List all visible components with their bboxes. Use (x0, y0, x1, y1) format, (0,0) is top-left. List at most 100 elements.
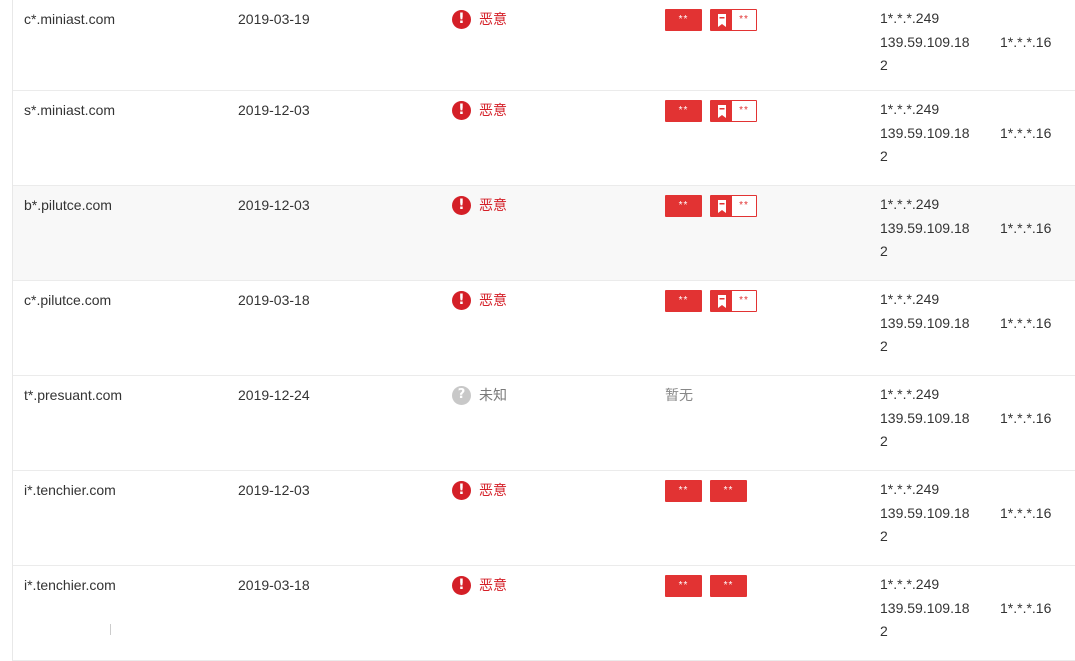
bookmark-icon (711, 10, 732, 30)
domain-table: c*.miniast.com 2019-03-19 ! 恶意 ** ** 1*.… (12, 0, 1075, 661)
ip-address[interactable]: 1*.*.*.249 (880, 196, 939, 212)
ip-address[interactable]: 139.59.109.18 (880, 34, 970, 50)
ip-address-suffix: 2 (880, 623, 888, 639)
ip-address[interactable]: 1*.*.*.16 (1000, 407, 1051, 431)
ip-address-suffix: 2 (880, 243, 888, 259)
ip-list: 1*.*.*.249 139.59.109.18 1*.*.*.16 2 (880, 383, 1070, 454)
date-cell: 2019-12-03 (238, 482, 310, 498)
ip-address[interactable]: 139.59.109.18 (880, 600, 970, 616)
tag-group: ** ** (665, 100, 765, 122)
tag-label: ** (739, 295, 749, 306)
date-cell: 2019-03-19 (238, 11, 310, 27)
tag[interactable]: ** (710, 575, 747, 597)
no-tags-label: 暂无 (665, 387, 693, 403)
tag-group: ** ** (665, 575, 755, 597)
ip-list: 1*.*.*.249 139.59.109.18 1*.*.*.16 2 (880, 98, 1070, 169)
tag[interactable]: ** (665, 480, 702, 502)
divider (110, 624, 111, 635)
status-cell: ! 恶意 (452, 480, 507, 500)
status-label: 恶意 (479, 482, 507, 498)
alert-icon: ! (452, 290, 471, 310)
ip-list: 1*.*.*.249 139.59.109.18 1*.*.*.16 2 (880, 193, 1070, 264)
ip-address[interactable]: 1*.*.*.249 (880, 101, 939, 117)
domain-cell[interactable]: c*.pilutce.com (24, 290, 111, 310)
ip-address[interactable]: 1*.*.*.16 (1000, 312, 1051, 336)
ip-address[interactable]: 139.59.109.18 (880, 410, 970, 426)
ip-address-suffix: 2 (880, 57, 888, 73)
table-row: c*.miniast.com 2019-03-19 ! 恶意 ** ** 1*.… (13, 0, 1075, 91)
ip-address[interactable]: 1*.*.*.249 (880, 10, 939, 26)
ip-list: 1*.*.*.249 139.59.109.18 1*.*.*.16 2 (880, 478, 1070, 549)
tag-group: ** ** (665, 480, 755, 502)
domain-cell[interactable]: t*.presuant.com (24, 385, 122, 405)
tag-group: ** ** (665, 290, 765, 312)
table-row: s*.miniast.com 2019-12-03 ! 恶意 ** ** 1*.… (13, 91, 1075, 186)
status-label: 未知 (479, 387, 507, 403)
domain-cell[interactable]: i*.tenchier.com (24, 575, 116, 595)
ip-address[interactable]: 1*.*.*.16 (1000, 31, 1051, 55)
tag-label: ** (739, 14, 749, 25)
domain-cell[interactable]: c*.miniast.com (24, 9, 115, 29)
tag[interactable]: ** (665, 575, 702, 597)
bookmark-tag[interactable]: ** (710, 9, 757, 31)
bookmark-icon (711, 291, 732, 311)
alert-icon: ! (452, 195, 471, 215)
tag[interactable]: ** (665, 100, 702, 122)
bookmark-tag[interactable]: ** (710, 195, 757, 217)
ip-address[interactable]: 1*.*.*.249 (880, 481, 939, 497)
tag[interactable]: ** (665, 290, 702, 312)
table-row: c*.pilutce.com 2019-03-18 ! 恶意 ** ** 1*.… (13, 281, 1075, 376)
status-cell: ! 恶意 (452, 575, 507, 595)
status-cell: ! 恶意 (452, 195, 507, 215)
tag[interactable]: ** (665, 9, 702, 31)
ip-address[interactable]: 1*.*.*.249 (880, 576, 939, 592)
status-cell: ? 未知 (452, 385, 507, 405)
date-cell: 2019-12-03 (238, 197, 310, 213)
bookmark-icon (711, 196, 732, 216)
tag-group: ** ** (665, 9, 765, 31)
alert-icon: ! (452, 9, 471, 29)
bookmark-icon (711, 101, 732, 121)
ip-address[interactable]: 139.59.109.18 (880, 505, 970, 521)
ip-list: 1*.*.*.249 139.59.109.18 1*.*.*.16 2 (880, 7, 1070, 78)
ip-address[interactable]: 1*.*.*.16 (1000, 597, 1051, 621)
table-row: b*.pilutce.com 2019-12-03 ! 恶意 ** ** 1*.… (13, 186, 1075, 281)
ip-list: 1*.*.*.249 139.59.109.18 1*.*.*.16 2 (880, 288, 1070, 359)
bookmark-tag[interactable]: ** (710, 100, 757, 122)
ip-address-suffix: 2 (880, 338, 888, 354)
alert-icon: ! (452, 480, 471, 500)
status-cell: ! 恶意 (452, 290, 507, 310)
tag-label: ** (739, 200, 749, 211)
ip-address[interactable]: 1*.*.*.16 (1000, 122, 1051, 146)
ip-address[interactable]: 1*.*.*.16 (1000, 502, 1051, 526)
domain-cell[interactable]: b*.pilutce.com (24, 195, 112, 215)
alert-icon: ! (452, 575, 471, 595)
ip-address[interactable]: 139.59.109.18 (880, 125, 970, 141)
status-label: 恶意 (479, 102, 507, 118)
tag[interactable]: ** (665, 195, 702, 217)
date-cell: 2019-03-18 (238, 292, 310, 308)
ip-address-suffix: 2 (880, 528, 888, 544)
ip-address[interactable]: 139.59.109.18 (880, 315, 970, 331)
date-cell: 2019-12-24 (238, 387, 310, 403)
tag-label: ** (739, 105, 749, 116)
domain-cell[interactable]: i*.tenchier.com (24, 480, 116, 500)
status-cell: ! 恶意 (452, 9, 507, 29)
tag-group: ** ** (665, 195, 765, 217)
ip-address[interactable]: 139.59.109.18 (880, 220, 970, 236)
ip-address[interactable]: 1*.*.*.249 (880, 291, 939, 307)
domain-cell[interactable]: s*.miniast.com (24, 100, 115, 120)
status-label: 恶意 (479, 292, 507, 308)
ip-address-suffix: 2 (880, 433, 888, 449)
bookmark-tag[interactable]: ** (710, 290, 757, 312)
date-cell: 2019-12-03 (238, 102, 310, 118)
table-row: t*.presuant.com 2019-12-24 ? 未知 暂无 1*.*.… (13, 376, 1075, 471)
tag[interactable]: ** (710, 480, 747, 502)
status-label: 恶意 (479, 577, 507, 593)
date-cell: 2019-03-18 (238, 577, 310, 593)
ip-address[interactable]: 1*.*.*.16 (1000, 217, 1051, 241)
ip-address[interactable]: 1*.*.*.249 (880, 386, 939, 402)
status-label: 恶意 (479, 11, 507, 27)
table-row: i*.tenchier.com 2019-12-03 ! 恶意 ** ** 1*… (13, 471, 1075, 566)
ip-address-suffix: 2 (880, 148, 888, 164)
